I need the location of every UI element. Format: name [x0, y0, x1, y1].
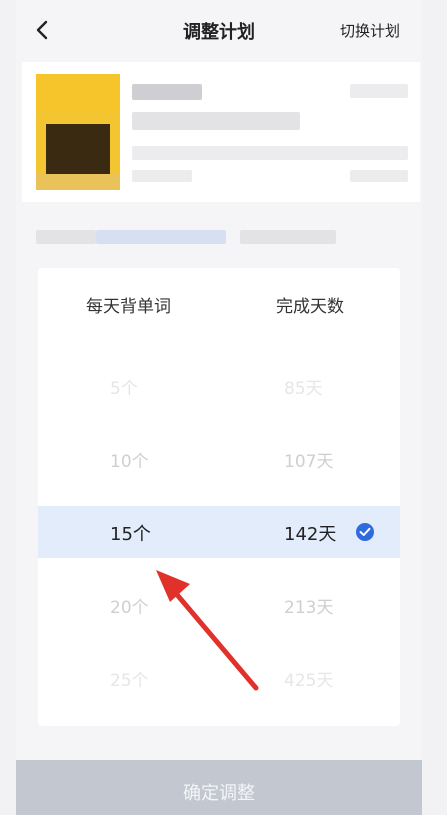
picker-row[interactable]: 5个 85天	[38, 360, 400, 412]
plan-info-blurred	[36, 228, 336, 248]
words-per-day-value: 5个	[110, 379, 138, 399]
picker-row[interactable]: 25个 425天	[38, 652, 400, 704]
words-per-day-value: 15个	[110, 524, 151, 545]
book-corner-blurred	[350, 84, 408, 98]
days-value: 85天	[284, 379, 323, 399]
book-title-blurred	[132, 84, 202, 100]
switch-plan-link[interactable]: 切换计划	[340, 20, 400, 41]
days-value: 425天	[284, 671, 334, 691]
words-per-day-value: 10个	[110, 452, 149, 472]
adjust-plan-screen: 调整计划 切换计划 每天背单词 完成天数 5个 85天 10个 107天 15个…	[0, 0, 447, 815]
words-per-day-value: 25个	[110, 671, 149, 691]
check-circle-icon	[356, 523, 374, 541]
days-to-finish-header: 完成天数	[276, 297, 344, 317]
words-per-day-header: 每天背单词	[86, 297, 171, 317]
book-progress-blurred	[132, 146, 408, 160]
book-meta-blurred	[132, 170, 192, 182]
confirm-adjust-button[interactable]: 确定调整	[16, 760, 422, 815]
book-subtitle-blurred	[132, 112, 300, 130]
picker-row[interactable]: 20个 213天	[38, 579, 400, 631]
days-value: 142天	[284, 524, 337, 545]
days-value: 107天	[284, 452, 334, 472]
plan-picker: 每天背单词 完成天数 5个 85天 10个 107天 15个 142天 20个 …	[38, 268, 400, 726]
book-card[interactable]	[22, 62, 420, 202]
picker-row[interactable]: 10个 107天	[38, 433, 400, 485]
nav-bar: 调整计划 切换计划	[16, 0, 422, 62]
days-value: 213天	[284, 598, 334, 618]
book-cover-image	[36, 74, 120, 190]
picker-row-selected[interactable]: 15个 142天	[38, 506, 400, 558]
book-count-blurred	[350, 170, 408, 182]
words-per-day-value: 20个	[110, 598, 149, 618]
